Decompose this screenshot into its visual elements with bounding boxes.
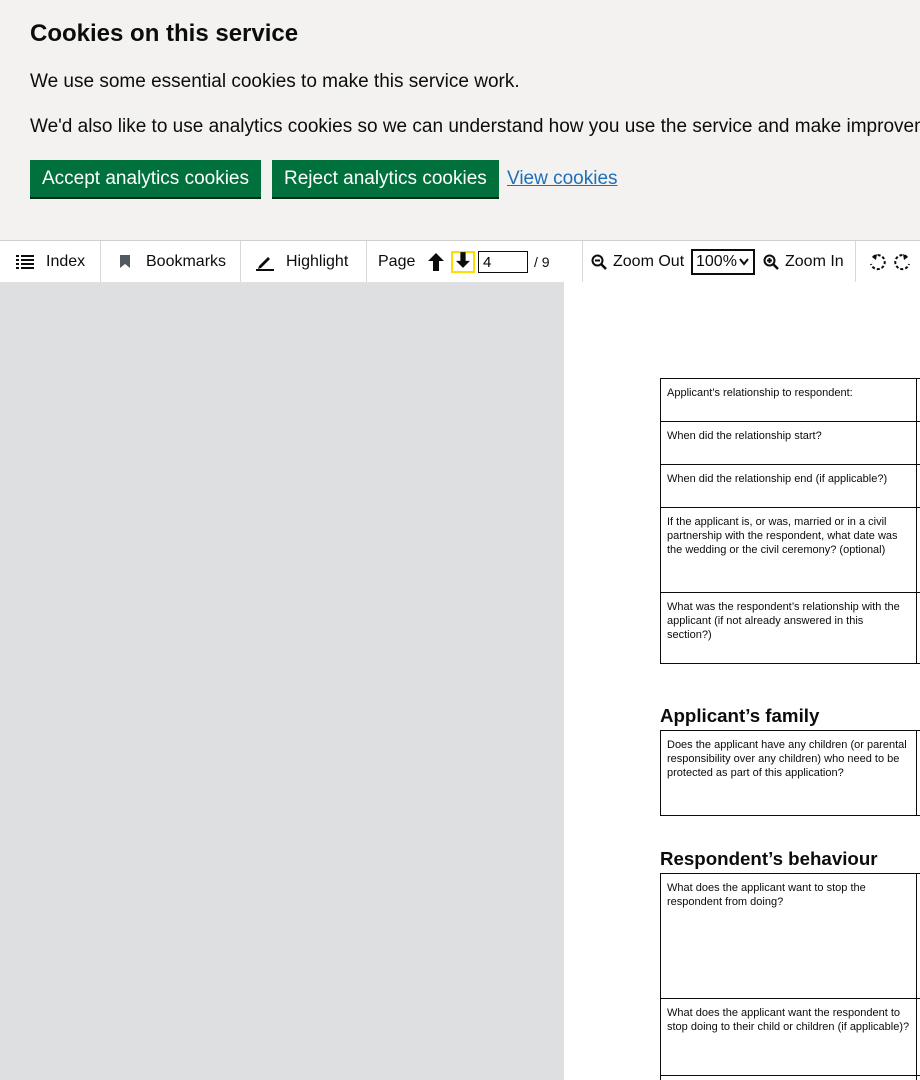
toolbar-divider [855,241,856,282]
answer-cell [916,507,920,593]
rotate-right-button[interactable] [894,241,912,282]
arrow-down-icon [456,251,470,273]
table-row: Does the applicant have any children (or… [659,730,920,816]
index-button[interactable]: Index [16,241,85,282]
answer-cell [916,464,920,508]
zoom-out-button[interactable]: Zoom Out [591,241,684,282]
table-row: When did the relationship start? [659,421,920,465]
question-cell: What was the respondent’s relationship w… [659,592,918,664]
bookmark-icon [120,255,130,268]
applicant-family-heading: Applicant’s family [660,704,820,726]
respondent-behaviour-heading: Respondent’s behaviour [660,847,878,869]
table-row: Applicant’s relationship to respondent: [659,378,920,422]
toolbar-divider [100,241,101,282]
document-page: Applicant’s relationship to respondent: … [564,282,920,1080]
rotate-left-icon [868,253,886,271]
answer-cell [916,1075,920,1080]
zoom-in-label: Zoom In [785,252,844,270]
bookmarks-button[interactable]: Bookmarks [120,241,226,282]
answer-cell [916,730,920,816]
page-number-input[interactable] [478,251,528,273]
table-row: What does the applicant want the respond… [659,998,920,1076]
previous-page-button[interactable] [428,241,444,282]
question-cell: What does the applicant want to stop the… [659,873,918,999]
page-label: Page [378,252,416,270]
bookmarks-label: Bookmarks [146,252,227,270]
relationship-table: Applicant’s relationship to respondent: … [659,378,920,664]
question-cell: If the applicant is, or was, married or … [659,507,918,593]
reject-cookies-button[interactable]: Reject analytics cookies [272,160,499,197]
question-cell: Does the applicant have any children (or… [659,730,918,816]
zoom-select[interactable]: 100% [691,249,755,275]
highlight-label: Highlight [286,252,349,270]
family-table: Does the applicant have any children (or… [659,730,920,816]
relationship-table-wrapper: Applicant’s relationship to respondent: … [659,378,920,664]
pen-icon [256,253,274,271]
question-cell: What does the applicant want the respond… [659,998,918,1076]
family-table-wrapper: Does the applicant have any children (or… [659,730,920,816]
table-row: What does the applicant want to stop the… [659,873,920,999]
question-cell: When did the relationship start? [659,421,918,465]
viewer-toolbar: Index Bookmarks Highlight Page / 9 Zoom … [0,240,920,283]
table-row: What was the respondent’s relationship w… [659,592,920,664]
accept-cookies-button[interactable]: Accept analytics cookies [30,160,261,197]
zoom-in-button[interactable]: Zoom In [763,241,844,282]
index-label: Index [46,252,86,270]
rotate-right-icon [894,253,912,271]
table-row: When did the relationship end (if applic… [659,464,920,508]
answer-cell [916,873,920,999]
highlight-button[interactable]: Highlight [256,241,348,282]
toolbar-divider [366,241,367,282]
behaviour-table: What does the applicant want to stop the… [659,873,920,1080]
answer-cell [916,421,920,465]
answer-cell [916,998,920,1076]
list-icon [16,254,34,269]
behaviour-table-wrapper: What does the applicant want to stop the… [659,873,920,1080]
cookie-banner-text-essential: We use some essential cookies to make th… [30,71,520,92]
next-page-button[interactable] [451,251,475,273]
toolbar-divider [582,241,583,282]
cookie-banner-heading: Cookies on this service [30,20,299,47]
zoom-out-icon [591,254,607,270]
zoom-out-label: Zoom Out [613,252,685,270]
zoom-value: 100% [696,253,737,270]
question-cell: When did the relationship end (if applic… [659,464,918,508]
table-row: If the applicant is, or was, married or … [659,507,920,593]
zoom-in-icon [763,254,779,270]
document-viewer[interactable]: Applicant’s relationship to respondent: … [0,282,920,1080]
rotate-left-button[interactable] [868,241,886,282]
cookie-banner-text-analytics: We'd also like to use analytics cookies … [30,116,920,137]
table-row [659,1075,920,1080]
view-cookies-link[interactable]: View cookies [507,168,618,190]
question-cell: Applicant’s relationship to respondent: [659,378,918,422]
page-total: / 9 [534,253,550,270]
answer-cell [916,378,920,422]
answer-cell [916,592,920,664]
toolbar-divider [240,241,241,282]
chevron-down-icon [739,253,749,271]
cookie-banner: Cookies on this service We use some esse… [0,0,920,240]
question-cell [659,1075,918,1080]
arrow-up-icon [428,252,444,271]
